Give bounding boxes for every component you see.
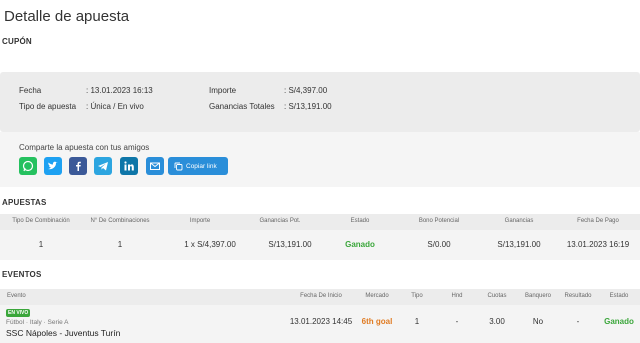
bets-header-bono-potencial: Bono Potencial — [418, 218, 460, 224]
events-header-mercado: Mercado — [365, 293, 389, 299]
events-cell-hnd: - — [455, 317, 459, 326]
events-section-label: EVENTOS — [2, 270, 42, 279]
event-match: SSC Nápoles - Juventus Turín — [6, 328, 121, 338]
events-cell-resultado: - — [576, 317, 580, 326]
whatsapp-icon — [22, 160, 34, 172]
email-share-button[interactable] — [146, 157, 164, 175]
bets-header-tipo-combinacion: Tipo De Combinación — [12, 218, 70, 224]
bets-cell-ganancias: S/13,191.00 — [497, 240, 541, 249]
events-header-banquero: Banquero — [524, 293, 552, 299]
bets-cell-num-combinaciones: 1 — [117, 240, 123, 249]
linkedin-share-button[interactable] — [120, 157, 138, 175]
events-header-resultado: Resultado — [564, 293, 592, 299]
events-header-evento: Evento — [7, 293, 26, 299]
events-cell-cuotas: 3.00 — [489, 317, 505, 326]
facebook-icon — [76, 161, 81, 171]
bets-cell-ganancias-pot: S/13,191.00 — [268, 240, 312, 249]
fecha-value: : 13.01.2023 16:13 — [86, 86, 153, 95]
tipo-apuesta-label: Tipo de apuesta — [19, 102, 77, 111]
events-header-tipo: Tipo — [411, 293, 423, 299]
share-label: Comparte la apuesta con tus amigos — [19, 143, 150, 152]
events-cell-banquero: No — [532, 317, 544, 326]
bets-header-importe: Importe — [189, 218, 211, 224]
twitter-icon — [48, 161, 58, 170]
bets-header-ganancias: Ganancias — [504, 218, 534, 224]
bets-section-label: APUESTAS — [2, 198, 47, 207]
events-cell-mercado: 6th goal — [361, 317, 393, 326]
events-cell-tipo: 1 — [414, 317, 420, 326]
bets-header-ganancias-pot: Ganancias Pot. — [259, 218, 301, 224]
events-cell-estado: Ganado — [604, 317, 634, 326]
linkedin-icon — [124, 161, 134, 171]
copy-icon — [174, 162, 183, 170]
page-title: Detalle de apuesta — [4, 8, 130, 25]
copy-link-label: Copiar link — [186, 162, 217, 170]
twitter-share-button[interactable] — [44, 157, 62, 175]
importe-label: Importe — [209, 86, 237, 95]
events-table-row: EN VIVO Fútbol · Italy · Serie A SSC Náp… — [0, 305, 640, 343]
events-header-cuotas: Cuotas — [487, 293, 507, 299]
bets-table-row: 1 1 1 x S/4,397.00 S/13,191.00 Ganado S/… — [0, 230, 640, 260]
ganancias-totales-value: : S/13,191.00 — [284, 102, 332, 111]
coupon-summary: Fecha : 13.01.2023 16:13 Tipo de apuesta… — [0, 72, 640, 132]
bets-table-header: Tipo De Combinación N° De Combinaciones … — [0, 214, 640, 230]
email-icon — [150, 162, 160, 170]
bets-cell-tipo-combinacion: 1 — [38, 240, 44, 249]
copy-link-button[interactable]: Copiar link — [168, 157, 228, 175]
bets-header-estado: Estado — [350, 218, 370, 224]
events-header-estado: Estado — [609, 293, 629, 299]
tipo-apuesta-value: : Única / En vivo — [86, 102, 144, 111]
events-cell-fecha-inicio: 13.01.2023 14:45 — [289, 317, 353, 326]
importe-value: : S/4,397.00 — [284, 86, 328, 95]
bets-cell-bono-potencial: S/0.00 — [427, 240, 451, 249]
live-badge: EN VIVO — [6, 309, 31, 317]
events-header-fecha-inicio: Fecha De Inicio — [300, 293, 342, 299]
whatsapp-share-button[interactable] — [19, 157, 37, 175]
telegram-share-button[interactable] — [94, 157, 112, 175]
bets-cell-importe: 1 x S/4,397.00 — [184, 240, 236, 249]
bets-header-fecha-pago: Fecha De Pago — [577, 218, 619, 224]
fecha-label: Fecha — [19, 86, 42, 95]
coupon-section-label: CUPÓN — [2, 37, 32, 46]
event-league: Fútbol · Italy · Serie A — [6, 319, 69, 326]
bets-header-num-combinaciones: N° De Combinaciones — [90, 218, 150, 224]
facebook-share-button[interactable] — [69, 157, 87, 175]
ganancias-totales-label: Ganancias Totales — [209, 102, 275, 111]
telegram-icon — [98, 162, 108, 171]
bets-cell-estado: Ganado — [345, 240, 375, 249]
events-header-hnd: Hnd — [451, 293, 463, 299]
share-panel: Comparte la apuesta con tus amigos Copia… — [0, 132, 640, 187]
bets-cell-fecha-pago: 13.01.2023 16:19 — [566, 240, 630, 249]
events-table-header: Evento Fecha De Inicio Mercado Tipo Hnd … — [0, 289, 640, 305]
